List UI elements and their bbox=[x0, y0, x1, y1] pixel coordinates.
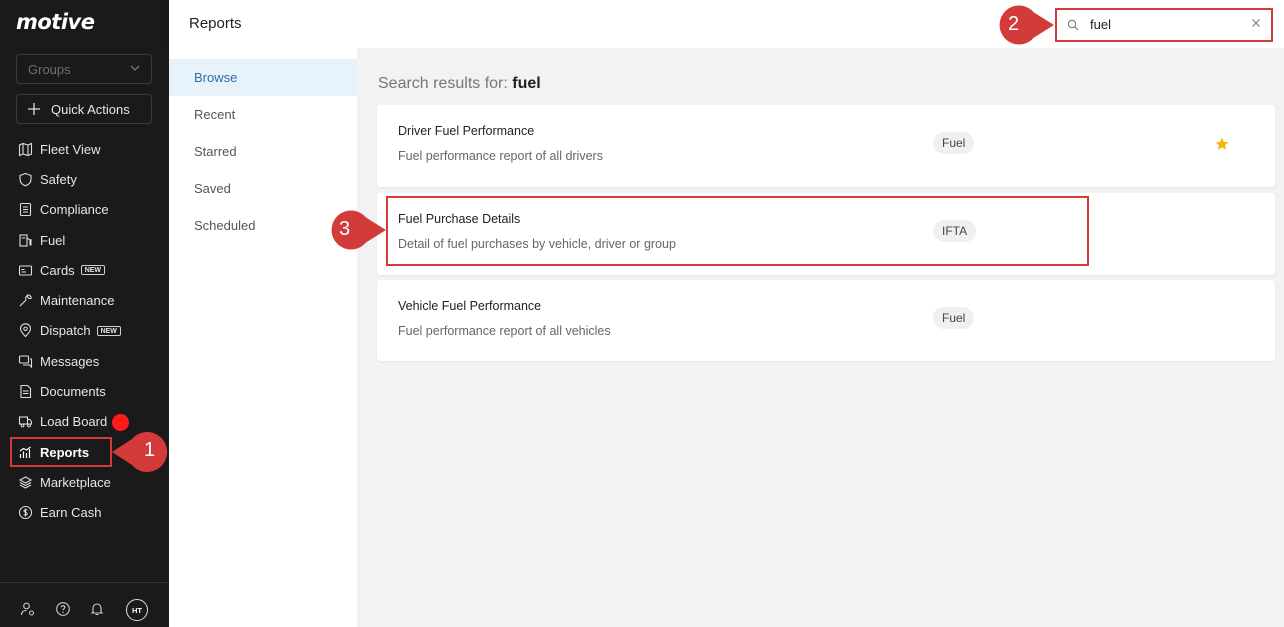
tab-browse[interactable]: Browse bbox=[169, 59, 357, 96]
sidebar-item-cards[interactable]: Cards NEW bbox=[0, 255, 169, 285]
plus-icon bbox=[28, 103, 40, 115]
groups-placeholder: Groups bbox=[28, 61, 71, 77]
sidebar-item-fuel[interactable]: Fuel bbox=[0, 225, 169, 255]
results-query: fuel bbox=[512, 75, 541, 92]
sidebar: motive Groups Quick Actions Fleet View S… bbox=[0, 0, 169, 627]
annotation-box-reports bbox=[10, 437, 112, 467]
results-prefix: Search results for: bbox=[378, 75, 508, 92]
sidebar-item-fleet-view[interactable]: Fleet View bbox=[0, 134, 169, 164]
truck-icon bbox=[18, 414, 33, 429]
sidebar-item-messages[interactable]: Messages bbox=[0, 346, 169, 376]
sidebar-item-label: Fleet View bbox=[40, 141, 101, 157]
callout-2: 2 bbox=[990, 5, 1056, 45]
sidebar-item-safety[interactable]: Safety bbox=[0, 164, 169, 194]
report-description: Fuel performance report of all drivers bbox=[398, 149, 603, 163]
sidebar-item-label: Load Board bbox=[40, 414, 108, 430]
sidebar-item-documents[interactable]: Documents bbox=[0, 376, 169, 406]
shield-icon bbox=[18, 172, 33, 187]
sidebar-item-label: Marketplace bbox=[40, 474, 111, 490]
results-heading: Search results for: fuel bbox=[378, 75, 541, 93]
quick-actions-button[interactable]: Quick Actions bbox=[16, 94, 152, 124]
callout-1-number: 1 bbox=[144, 439, 156, 461]
search-input[interactable]: fuel bbox=[1055, 8, 1273, 42]
clipboard-icon bbox=[18, 202, 33, 217]
search-value: fuel bbox=[1090, 17, 1111, 32]
map-icon bbox=[18, 142, 33, 157]
sidebar-item-label: Compliance bbox=[40, 202, 109, 218]
avatar[interactable]: HT bbox=[126, 599, 148, 621]
callout-3-shape bbox=[331, 210, 386, 250]
page-title: Reports bbox=[189, 15, 242, 32]
sidebar-item-maintenance[interactable]: Maintenance bbox=[0, 285, 169, 315]
reports-subnav: Browse Recent Starred Saved Scheduled bbox=[169, 48, 357, 627]
tab-starred[interactable]: Starred bbox=[169, 133, 357, 170]
chat-icon bbox=[18, 354, 33, 369]
chevron-down-icon bbox=[130, 65, 140, 71]
card-icon bbox=[18, 263, 33, 278]
bell-icon[interactable] bbox=[89, 601, 105, 617]
callout-2-number: 2 bbox=[1008, 13, 1020, 35]
fuel-pump-icon bbox=[18, 233, 33, 248]
sidebar-item-label: Messages bbox=[40, 353, 100, 369]
location-pin-icon bbox=[18, 323, 33, 338]
tab-recent[interactable]: Recent bbox=[169, 96, 357, 133]
report-card-driver-fuel-performance[interactable]: Driver Fuel Performance Fuel performance… bbox=[377, 105, 1275, 187]
search-results-area: Search results for: fuel Driver Fuel Per… bbox=[357, 48, 1284, 627]
report-name[interactable]: Driver Fuel Performance bbox=[398, 124, 534, 138]
sidebar-item-dispatch[interactable]: Dispatch NEW bbox=[0, 316, 169, 346]
sidebar-item-label: Documents bbox=[40, 384, 106, 400]
sidebar-item-label: Earn Cash bbox=[40, 505, 102, 521]
motive-logo[interactable]: motive bbox=[16, 10, 95, 34]
sidebar-item-compliance[interactable]: Compliance bbox=[0, 195, 169, 225]
report-name[interactable]: Vehicle Fuel Performance bbox=[398, 299, 541, 313]
star-icon[interactable] bbox=[1215, 137, 1229, 151]
layers-icon bbox=[18, 475, 33, 490]
sidebar-footer: HT bbox=[0, 582, 169, 627]
wrench-icon bbox=[18, 293, 33, 308]
tab-saved[interactable]: Saved bbox=[169, 170, 357, 207]
report-card-vehicle-fuel-performance[interactable]: Vehicle Fuel Performance Fuel performanc… bbox=[377, 280, 1275, 361]
sidebar-item-label: Cards bbox=[40, 262, 75, 278]
top-header: Reports fuel bbox=[169, 0, 1284, 48]
sidebar-item-earn-cash[interactable]: Earn Cash bbox=[0, 498, 169, 528]
report-tag: Fuel bbox=[933, 307, 975, 329]
document-icon bbox=[18, 384, 33, 399]
annotation-box-fuel-purchase bbox=[386, 196, 1089, 266]
dollar-icon bbox=[18, 505, 33, 520]
sidebar-item-label: Dispatch bbox=[40, 323, 91, 339]
report-description: Fuel performance report of all vehicles bbox=[398, 324, 611, 338]
new-badge: NEW bbox=[80, 265, 106, 276]
callout-1: 1 bbox=[110, 431, 177, 473]
user-settings-icon[interactable] bbox=[20, 601, 36, 617]
callout-3-number: 3 bbox=[339, 218, 351, 240]
close-icon[interactable] bbox=[1251, 17, 1261, 29]
sidebar-item-label: Fuel bbox=[40, 232, 66, 248]
sidebar-item-label: Maintenance bbox=[40, 293, 115, 309]
sidebar-item-label: Safety bbox=[40, 171, 77, 187]
notification-dot bbox=[112, 413, 129, 431]
callout-2-shape bbox=[999, 5, 1054, 45]
report-tag: Fuel bbox=[933, 132, 975, 154]
groups-select[interactable]: Groups bbox=[16, 54, 152, 84]
help-icon[interactable] bbox=[55, 601, 71, 617]
new-badge: NEW bbox=[96, 325, 121, 336]
callout-3: 3 bbox=[322, 210, 388, 250]
quick-actions-label: Quick Actions bbox=[51, 101, 130, 117]
search-icon bbox=[1067, 19, 1079, 31]
